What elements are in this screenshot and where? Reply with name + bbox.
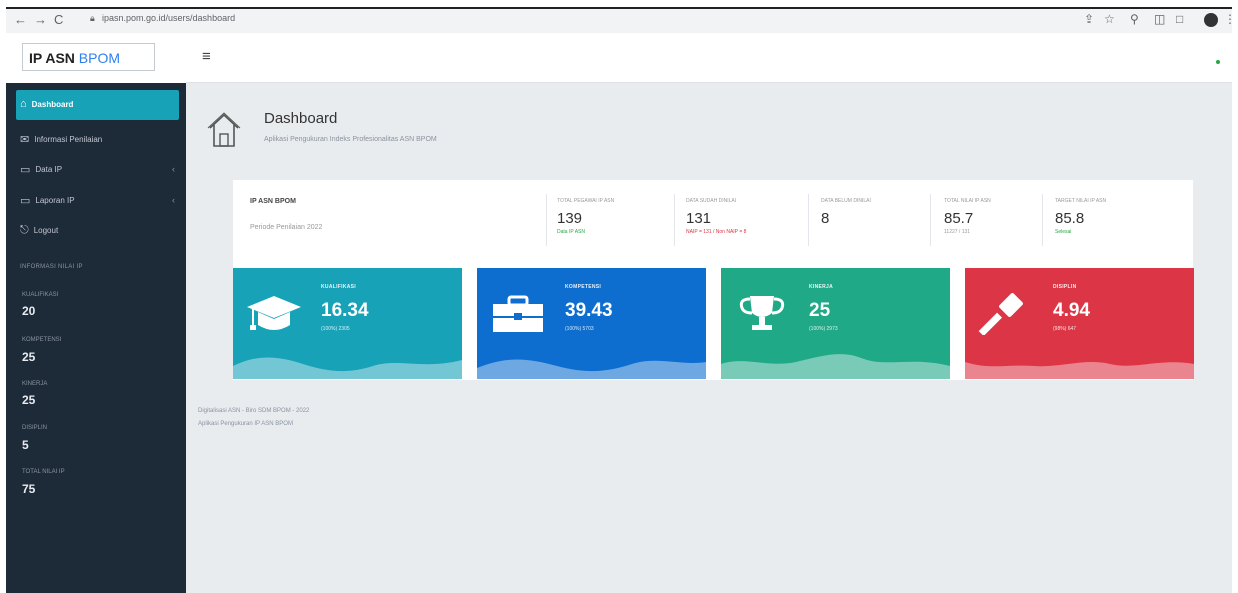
page-title: Dashboard (264, 110, 338, 127)
gavel-icon (978, 293, 1023, 335)
sidebar-stat-value: 75 (22, 482, 36, 496)
sidebar-item-dashboard[interactable]: ⌂ Dashboard (20, 98, 73, 110)
divider (930, 194, 931, 246)
disiplin-box[interactable]: DISIPLIN 4.94 (98%) 647 (965, 268, 1194, 379)
sidebar-item-data-ip[interactable]: ▭ Data IP (20, 163, 62, 176)
sidebar-stat-label: KOMPETENSI (22, 337, 62, 343)
summary-stat-target-nilai: TARGET NILAI IP ASN 85.8 Selesai (1055, 198, 1107, 235)
brand-title: IP ASN BPOM (29, 50, 121, 66)
browser-toolbar: ← → C 🔒︎ ipasn.pom.go.id/users/dashboard… (6, 7, 1236, 33)
briefcase-icon (493, 295, 543, 332)
kualifikasi-box[interactable]: KUALIFIKASI 16.34 (100%) 2305 (233, 268, 462, 379)
sidebar-stat-label: KINERJA (22, 381, 48, 387)
mail-icon: ✉ (20, 134, 30, 146)
page-subtitle: Aplikasi Pengukuran Indeks Profesionalit… (264, 136, 437, 143)
forward-icon[interactable]: → (34, 12, 47, 27)
sidebar-stat-label: DISIPLIN (22, 425, 48, 431)
summary-stat-belum-dinilai: DATA BELUM DINILAI 8 (821, 198, 871, 227)
chevron-left-icon: ‹ (172, 195, 175, 205)
bookmark-star-icon[interactable]: ☆ (1104, 12, 1115, 26)
sidebar-stat-label: TOTAL NILAI IP (22, 469, 65, 475)
summary-subtitle: Periode Penilaian 2022 (250, 224, 323, 231)
brand-logo-box: IP ASN BPOM (22, 43, 155, 71)
divider (1042, 194, 1043, 246)
brand[interactable]: IP ASN BPOM (6, 33, 186, 83)
profile-avatar[interactable] (1204, 13, 1218, 27)
graduation-cap-icon (247, 296, 301, 330)
sidebar-item-informasi-penilaian[interactable]: ✉ Informasi Penilaian (20, 133, 102, 146)
home-icon: ⌂ (20, 98, 27, 110)
chevron-left-icon: ‹ (172, 164, 175, 174)
summary-stat-total-nilai: TOTAL NILAI IP ASN 85.7 11227 / 131 (944, 198, 991, 235)
sidepanel-icon[interactable]: ◫ (1154, 12, 1165, 26)
menu-kebab-icon[interactable]: ⋮ (1224, 12, 1236, 26)
kinerja-box[interactable]: KINERJA 25 (100%) 2973 (721, 268, 950, 379)
folder-icon: ▭ (20, 164, 31, 176)
sidebar-stat-value: 25 (22, 393, 36, 407)
summary-title: IP ASN BPOM (250, 198, 296, 205)
summary-stat-sudah-dinilai: DATA SUDAH DINILAI 131 NAIP = 131 / Non … (686, 198, 747, 235)
divider (546, 194, 547, 246)
summary-stat-total-pegawai: TOTAL PEGAWAI IP ASN 139 Data IP ASN (557, 198, 615, 235)
footer-line-2: Aplikasi Pengukuran IP ASN BPOM (198, 421, 293, 427)
sidebar-stat-value: 25 (22, 350, 36, 364)
status-dot (1216, 60, 1220, 64)
sidebar-stat-value: 20 (22, 304, 36, 318)
back-icon[interactable]: ← (14, 12, 27, 27)
home-outline-icon (207, 112, 241, 147)
logout-icon: ⎋ (20, 224, 29, 236)
trophy-icon (739, 296, 785, 330)
reload-icon[interactable]: C (54, 12, 63, 27)
extensions-icon[interactable]: ⚲ (1130, 12, 1139, 26)
sidebar-stat-label: KUALIFIKASI (22, 292, 59, 298)
folder-icon: ▭ (20, 195, 31, 207)
share-icon[interactable]: ⇪ (1084, 12, 1094, 26)
lock-icon: 🔒︎ (90, 13, 95, 23)
sidebar-section-title: INFORMASI NILAI IP (20, 264, 83, 270)
top-navbar: ≡ (186, 33, 1232, 83)
sidebar-item-laporan-ip[interactable]: ▭ Laporan IP (20, 194, 75, 207)
footer-line-1: Digitalisasi ASN - Biro SDM BPOM - 2022 (198, 408, 310, 414)
divider (674, 194, 675, 246)
kompetensi-box[interactable]: KOMPETENSI 39.43 (100%) 5703 (477, 268, 706, 379)
divider (808, 194, 809, 246)
sidebar-stat-value: 5 (22, 438, 29, 452)
hamburger-menu-icon[interactable]: ≡ (202, 48, 211, 65)
sidebar-item-logout[interactable]: ⎋ Logout (20, 224, 58, 237)
window-icon[interactable]: □ (1176, 12, 1183, 26)
address-bar[interactable]: ipasn.pom.go.id/users/dashboard (102, 13, 235, 23)
